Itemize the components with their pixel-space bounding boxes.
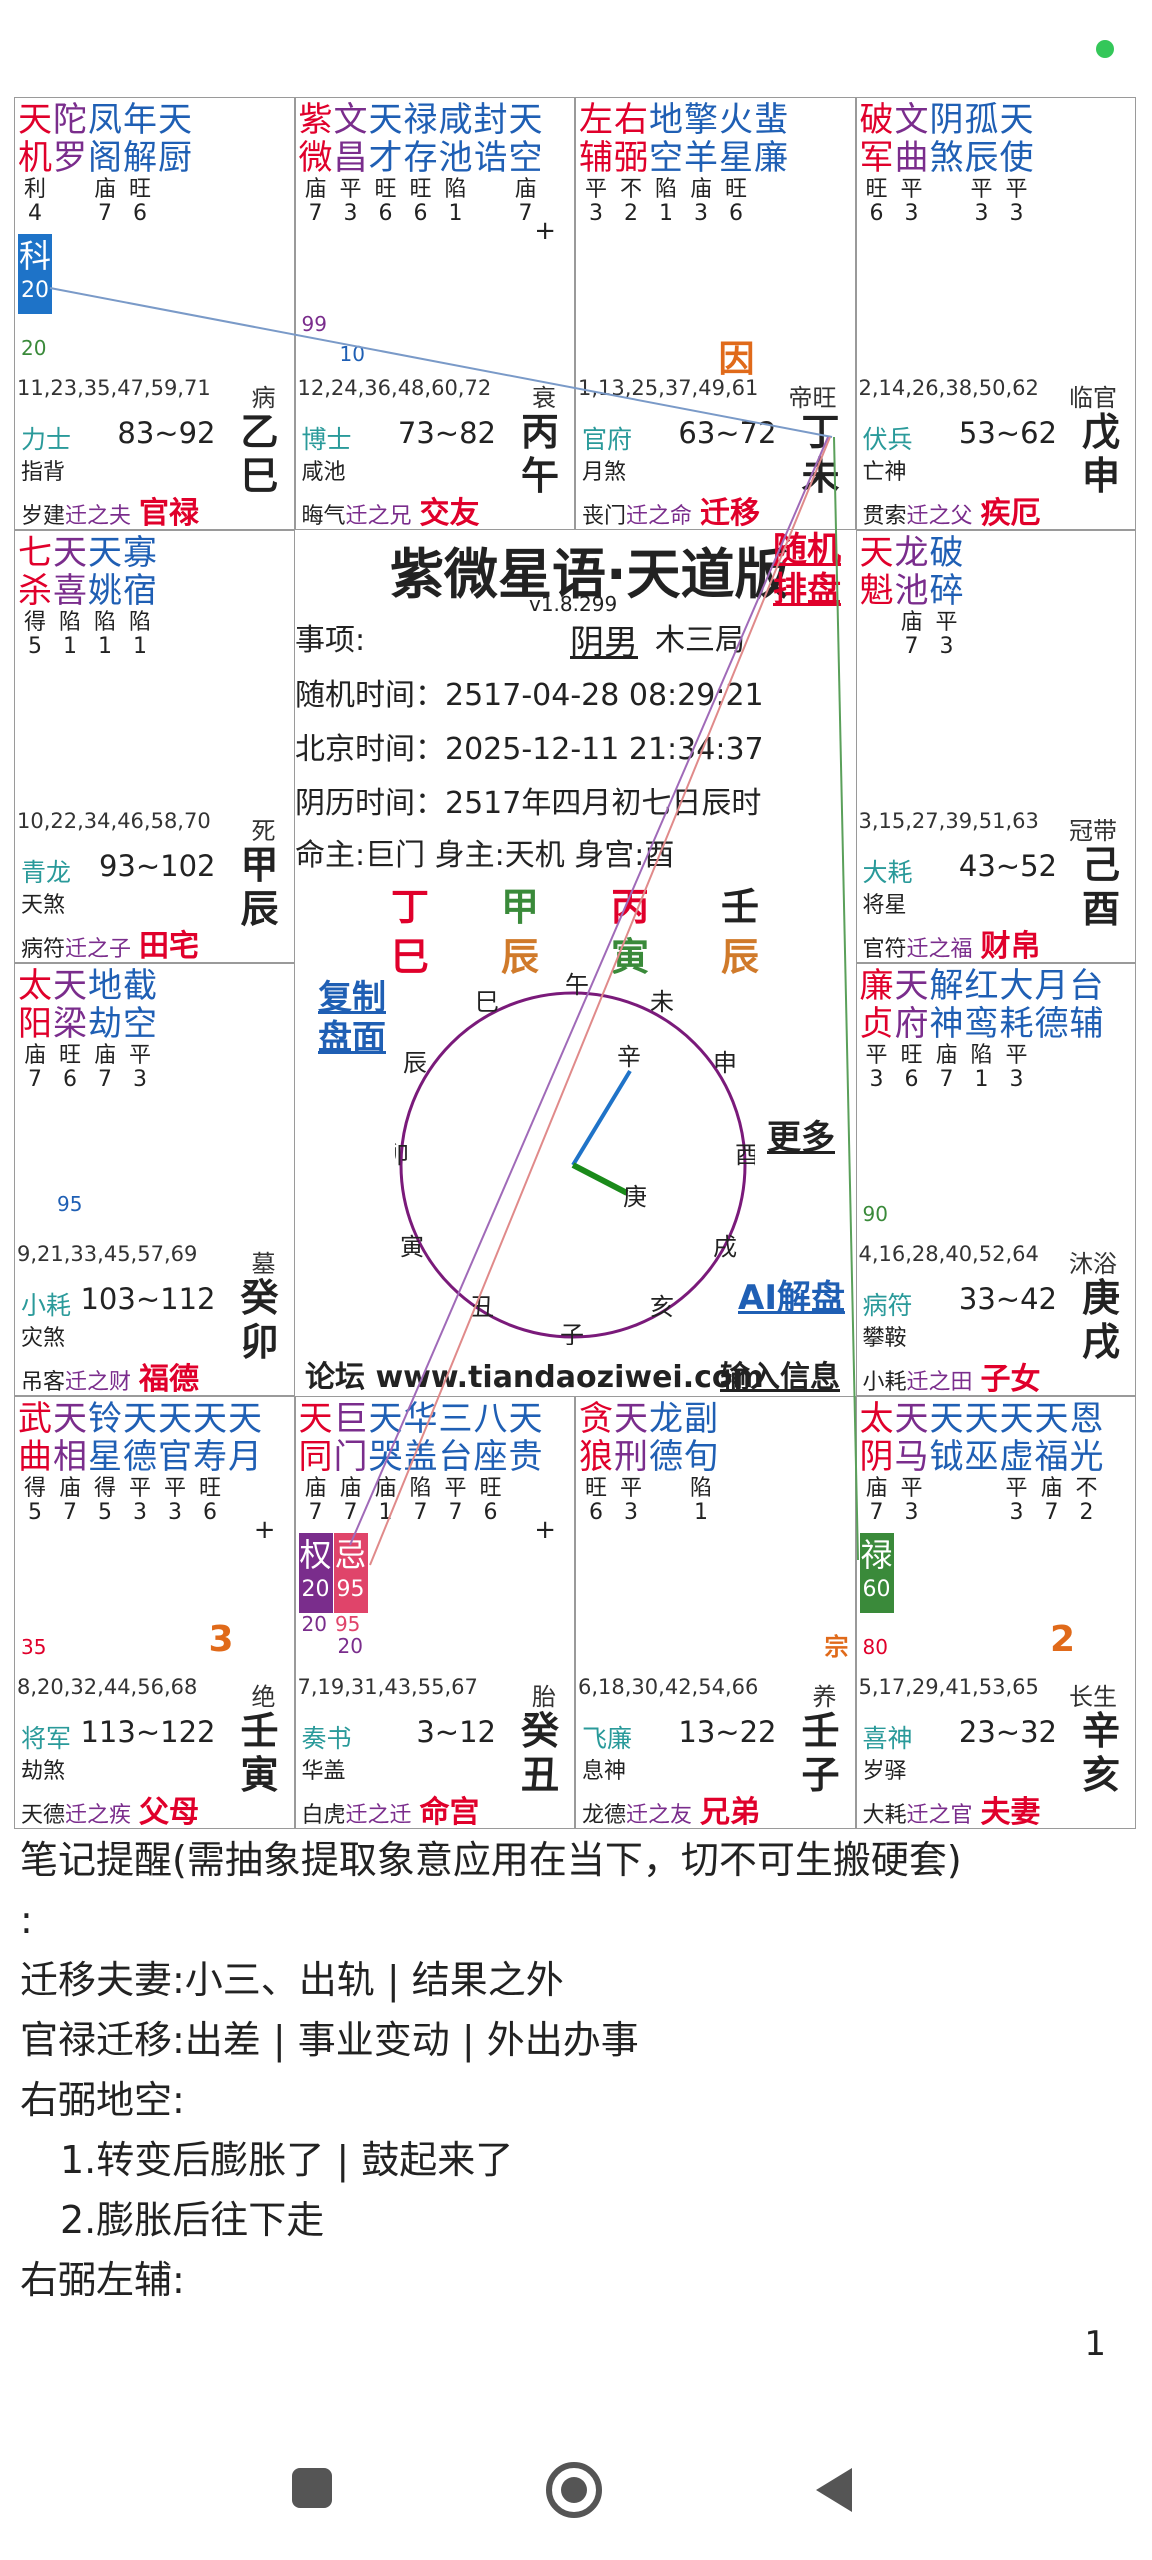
note-line: 右弼地空: (20, 2078, 185, 2122)
page-number: 1 (1084, 2324, 1106, 2364)
note-line: 官禄迁移:出差 | 事业变动 | 外出办事 (20, 2018, 639, 2062)
note-line: 2.膨胀后往下走 (60, 2198, 325, 2242)
line-red (369, 436, 831, 1566)
circle-icon[interactable] (544, 2460, 604, 2520)
line-blue (49, 287, 833, 438)
note-line: 迁移夫妻:小三、出轨 | 结果之外 (20, 1958, 564, 2002)
navigation-bar (0, 2420, 1152, 2560)
line-purple (349, 436, 829, 1546)
note-line: 笔记提醒(需抽象提取象意应用在当下，切不可生搬硬套) (20, 1838, 962, 1882)
notes: 笔记提醒(需抽象提取象意应用在当下，切不可生搬硬套) : 迁移夫妻:小三、出轨 … (20, 1830, 1130, 2310)
flight-lines (49, 287, 859, 1566)
triangle-icon[interactable] (810, 2464, 856, 2516)
note-line: 右弼左辅: (20, 2258, 185, 2302)
note-line: 1.转变后膨胀了 | 鼓起来了 (60, 2138, 514, 2182)
note-line: : (20, 1898, 33, 1942)
square-icon[interactable] (290, 2466, 334, 2510)
line-green (833, 436, 859, 1561)
